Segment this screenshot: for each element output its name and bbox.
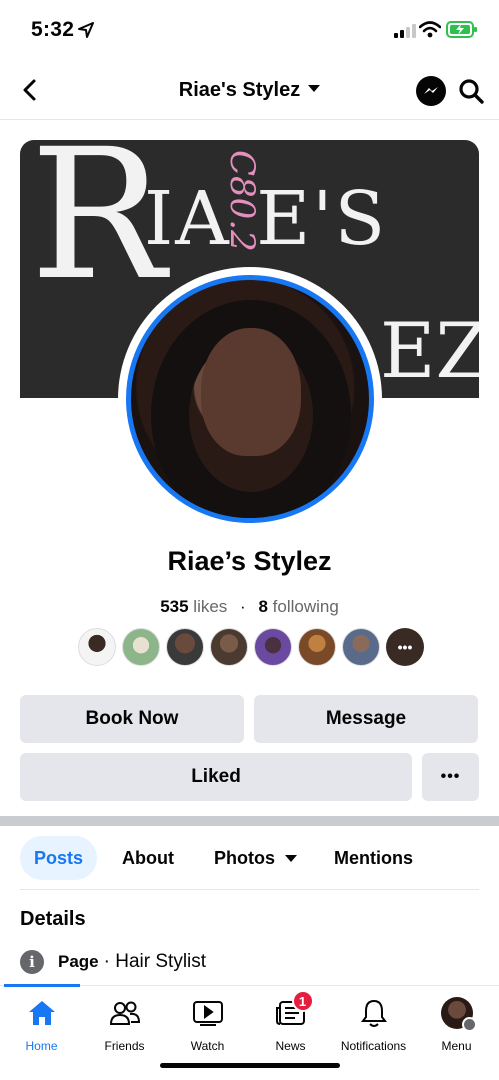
- wifi-icon: [419, 21, 441, 38]
- likes-count[interactable]: 535: [160, 597, 188, 616]
- cellular-signal-icon: [394, 24, 416, 38]
- nav-title-text: Riae's Stylez: [178, 79, 301, 101]
- tab-photos-label: Photos: [214, 847, 275, 868]
- caret-down-icon: [285, 854, 297, 862]
- info-icon: i: [20, 950, 44, 974]
- home-indicator: [160, 1063, 340, 1068]
- following-label[interactable]: following: [273, 597, 339, 616]
- profile-picture-ring[interactable]: [118, 267, 382, 531]
- cover-logo-text: IA E'S: [144, 176, 388, 262]
- tab-about[interactable]: About: [108, 836, 188, 880]
- watch-icon: [191, 996, 225, 1030]
- detail-page-value: · Hair Stylist: [103, 951, 207, 972]
- friends-who-like-row[interactable]: •••: [78, 628, 424, 666]
- page-stats: 535 likes · 8 following: [0, 597, 499, 617]
- profile-picture[interactable]: [126, 275, 374, 523]
- bottom-tab-home[interactable]: Home: [0, 996, 83, 1060]
- caret-down-icon: [308, 85, 321, 92]
- tab-mentions[interactable]: Mentions: [320, 836, 427, 880]
- bottom-tab-news[interactable]: 1 News: [249, 990, 332, 1060]
- friends-icon: [108, 996, 142, 1030]
- detail-page-label: Page: [58, 952, 99, 971]
- bottom-tab-notifications-label: Notifications: [340, 1039, 407, 1053]
- message-button[interactable]: Message: [254, 695, 478, 743]
- avatar[interactable]: [210, 628, 248, 666]
- bottom-tab-friends-label: Friends: [104, 1039, 145, 1053]
- avatar[interactable]: [298, 628, 336, 666]
- book-now-button[interactable]: Book Now: [20, 695, 244, 743]
- bottom-tab-home-label: Home: [25, 1039, 58, 1053]
- avatar[interactable]: [254, 628, 292, 666]
- avatar: [440, 997, 477, 1032]
- status-time: 5:32: [31, 18, 75, 41]
- home-icon: [25, 996, 59, 1030]
- detail-row-category: i Page · Hair Stylist: [20, 948, 206, 976]
- tab-posts[interactable]: Posts: [20, 836, 98, 880]
- messenger-icon[interactable]: [416, 76, 446, 106]
- more-friends-icon[interactable]: •••: [386, 628, 424, 666]
- bottom-tab-friends[interactable]: Friends: [83, 996, 166, 1060]
- news-badge: 1: [291, 990, 314, 1012]
- status-bar: 5:32: [0, 0, 499, 58]
- battery-charging-icon: [446, 21, 477, 38]
- search-icon[interactable]: [456, 76, 486, 106]
- avatar[interactable]: [78, 628, 116, 666]
- likes-label[interactable]: likes: [193, 597, 227, 616]
- bottom-tab-menu-label: Menu: [441, 1039, 472, 1053]
- menu-avatar-wrap: [440, 996, 477, 1032]
- page-name: Riae’s Stylez: [167, 546, 332, 576]
- news-feed-icon: 1: [274, 990, 314, 1030]
- cover-logo-text-2: EZ: [380, 306, 479, 395]
- section-divider: [0, 816, 499, 826]
- stats-separator: ·: [240, 597, 246, 616]
- profile-tabs: Posts About Photos Mentions: [20, 836, 479, 890]
- liked-button[interactable]: Liked: [20, 753, 412, 801]
- active-tab-indicator: [4, 984, 80, 987]
- bottom-tab-news-label: News: [275, 1039, 306, 1053]
- more-options-button[interactable]: •••: [422, 753, 479, 801]
- bottom-tab-notifications[interactable]: Notifications: [332, 996, 415, 1060]
- bottom-tab-watch-label: Watch: [190, 1039, 225, 1053]
- bottom-tab-menu[interactable]: Menu: [415, 996, 498, 1060]
- avatar[interactable]: [122, 628, 160, 666]
- top-nav-bar: Riae's Stylez: [0, 62, 499, 120]
- tab-photos[interactable]: Photos: [200, 836, 311, 880]
- menu-hamburger-icon: [461, 1017, 477, 1032]
- bell-icon: [357, 996, 391, 1030]
- details-heading: Details: [20, 908, 86, 930]
- avatar[interactable]: [342, 628, 380, 666]
- avatar[interactable]: [166, 628, 204, 666]
- following-count[interactable]: 8: [258, 597, 267, 616]
- bottom-tab-watch[interactable]: Watch: [166, 996, 249, 1060]
- profile-picture-face: [201, 328, 301, 456]
- location-arrow-icon: [78, 22, 94, 38]
- cover-script-text: C80.2: [222, 150, 262, 252]
